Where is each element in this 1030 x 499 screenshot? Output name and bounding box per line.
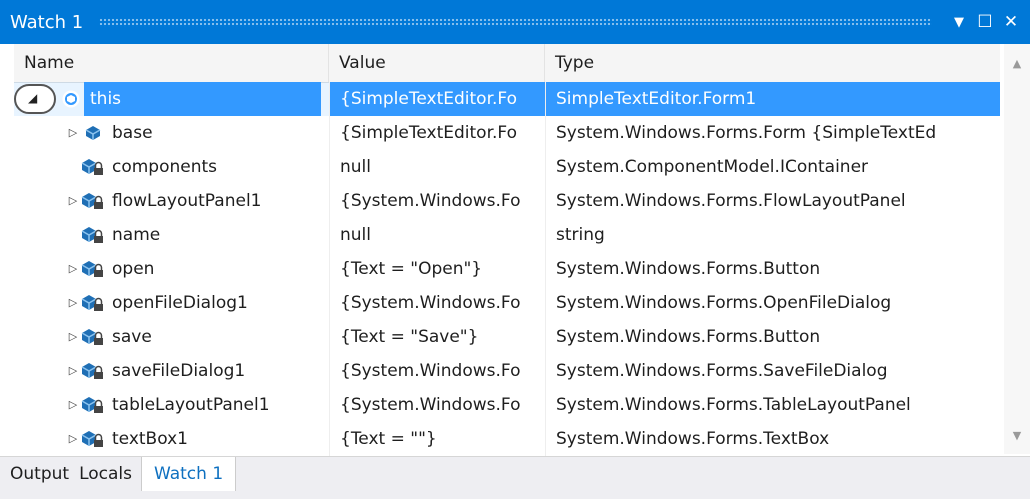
watch-row[interactable]: ▷ save {Text = "Save"} System.Windows.Forms…	[14, 320, 1000, 354]
object-icon	[58, 82, 84, 116]
variable-name: this	[84, 82, 322, 116]
variable-name: save	[112, 327, 152, 347]
type-cell: string	[545, 218, 1000, 252]
variable-name: openFileDialog1	[112, 293, 248, 313]
name-cell[interactable]: ▷ flowLayoutPanel1	[14, 184, 329, 218]
name-cell[interactable]: ◢ this	[14, 82, 329, 116]
close-icon[interactable]: ✕	[998, 0, 1024, 44]
expand-arrow-icon[interactable]: ▷	[66, 422, 80, 456]
window-title: Watch 1	[10, 11, 84, 33]
tab-output[interactable]: Output	[0, 457, 74, 491]
title-buttons: ▼ ☐ ✕	[946, 0, 1024, 44]
watch-row[interactable]: ▷ saveFileDialog1 {System.Windows.Fo System…	[14, 354, 1000, 388]
watch-row[interactable]: ◢ this{SimpleTextEditor.FoSimpleTextEdito…	[14, 82, 1000, 116]
value-cell[interactable]: {System.Windows.Fo	[329, 286, 545, 320]
title-bar[interactable]: Watch 1 ▼ ☐ ✕	[0, 0, 1030, 44]
value-cell[interactable]: null	[329, 218, 545, 252]
type-cell: System.Windows.Forms.Button	[545, 320, 1000, 354]
value-cell[interactable]: {SimpleTextEditor.Fo	[329, 82, 545, 116]
value-cell[interactable]: {System.Windows.Fo	[329, 184, 545, 218]
scroll-down-icon[interactable]: ▼	[1004, 424, 1030, 446]
type-cell: System.Windows.Forms.TableLayoutPanel	[545, 388, 1000, 422]
variable-name: tableLayoutPanel1	[112, 395, 270, 415]
scroll-up-icon[interactable]: ▲	[1004, 52, 1030, 74]
variable-name: name	[112, 225, 161, 245]
watch-row[interactable]: ▷ flowLayoutPanel1 {System.Windows.Fo Syste…	[14, 184, 1000, 218]
bottom-tab-strip: Output Locals Watch 1	[0, 456, 1030, 499]
type-cell: System.Windows.Forms.TextBox	[545, 422, 1000, 456]
column-header-type[interactable]: Type	[545, 44, 1000, 82]
name-cell[interactable]: components	[14, 150, 329, 184]
value-cell[interactable]: null	[329, 150, 545, 184]
value-cell[interactable]: {System.Windows.Fo	[329, 354, 545, 388]
type-cell: System.Windows.Forms.Form {SimpleTextEd	[545, 116, 1000, 150]
tab-watch-1[interactable]: Watch 1	[140, 457, 237, 491]
type-cell: System.Windows.Forms.SaveFileDialog	[545, 354, 1000, 388]
name-cell[interactable]: ▷ textBox1	[14, 422, 329, 456]
no-expander	[66, 218, 80, 252]
private-field-icon	[80, 320, 106, 354]
column-header-value[interactable]: Value	[329, 44, 545, 82]
variable-name: textBox1	[112, 429, 188, 449]
expand-arrow-icon[interactable]: ▷	[66, 252, 80, 286]
expand-arrow-icon[interactable]: ▷	[66, 184, 80, 218]
class-icon	[80, 116, 106, 150]
dropdown-icon[interactable]: ▼	[946, 0, 972, 44]
private-field-icon	[80, 422, 106, 456]
expand-arrow-icon[interactable]: ▷	[66, 320, 80, 354]
private-field-icon	[80, 150, 106, 184]
watch-row[interactable]: ▷ openFileDialog1 {System.Windows.Fo System…	[14, 286, 1000, 320]
watch-rows: ◢ this{SimpleTextEditor.FoSimpleTextEdito…	[14, 82, 1000, 456]
watch-row[interactable]: ▷ textBox1 {Text = ""} System.Windows.Forms…	[14, 422, 1000, 456]
private-field-icon	[80, 252, 106, 286]
name-cell[interactable]: name	[14, 218, 329, 252]
variable-name: base	[112, 123, 153, 143]
maximize-icon[interactable]: ☐	[972, 0, 998, 44]
type-cell: System.Windows.Forms.FlowLayoutPanel	[545, 184, 1000, 218]
watch-row[interactable]: name null string	[14, 218, 1000, 252]
variable-name: saveFileDialog1	[112, 361, 246, 381]
value-cell[interactable]: {Text = "Save"}	[329, 320, 545, 354]
private-field-icon	[80, 388, 106, 422]
expand-arrow-icon[interactable]: ▷	[66, 388, 80, 422]
variable-name: open	[112, 259, 155, 279]
private-field-icon	[80, 354, 106, 388]
watch-row[interactable]: ▷ tableLayoutPanel1 {System.Windows.Fo Syst…	[14, 388, 1000, 422]
variable-name: flowLayoutPanel1	[112, 191, 262, 211]
watch-row[interactable]: ▷ base {SimpleTextEditor.Fo System.Windows.…	[14, 116, 1000, 150]
tab-locals[interactable]: Locals	[74, 457, 137, 491]
collapse-arrow-icon[interactable]: ◢	[28, 91, 37, 105]
title-grip[interactable]	[99, 17, 932, 27]
watch-row[interactable]: components null System.ComponentModel.ICon…	[14, 150, 1000, 184]
type-cell: System.Windows.Forms.OpenFileDialog	[545, 286, 1000, 320]
expand-arrow-icon[interactable]: ▷	[66, 286, 80, 320]
column-header-name[interactable]: Name	[14, 44, 329, 82]
expander-callout: ◢	[14, 84, 56, 114]
name-cell[interactable]: ▷ saveFileDialog1	[14, 354, 329, 388]
value-cell[interactable]: {SimpleTextEditor.Fo	[329, 116, 545, 150]
name-cell[interactable]: ▷ tableLayoutPanel1	[14, 388, 329, 422]
name-cell[interactable]: ▷ save	[14, 320, 329, 354]
no-expander	[66, 150, 80, 184]
variable-name: components	[112, 157, 218, 177]
name-cell[interactable]: ▷ base	[14, 116, 329, 150]
private-field-icon	[80, 286, 106, 320]
private-field-icon	[80, 218, 106, 252]
type-cell: SimpleTextEditor.Form1	[545, 82, 1000, 116]
name-cell[interactable]: ▷ open	[14, 252, 329, 286]
type-cell: System.ComponentModel.IContainer	[545, 150, 1000, 184]
value-cell[interactable]: {Text = ""}	[329, 422, 545, 456]
type-cell: System.Windows.Forms.Button	[545, 252, 1000, 286]
name-cell[interactable]: ▷ openFileDialog1	[14, 286, 329, 320]
private-field-icon	[80, 184, 106, 218]
watch-row[interactable]: ▷ open {Text = "Open"} System.Windows.Forms…	[14, 252, 1000, 286]
expand-arrow-icon[interactable]: ▷	[66, 354, 80, 388]
vertical-scrollbar[interactable]: ▲ ▼	[1004, 44, 1030, 454]
column-header: Name Value Type	[14, 44, 1000, 83]
expand-arrow-icon[interactable]: ▷	[66, 116, 80, 150]
value-cell[interactable]: {System.Windows.Fo	[329, 388, 545, 422]
value-cell[interactable]: {Text = "Open"}	[329, 252, 545, 286]
watch-window: Watch 1 ▼ ☐ ✕ Name Value Type ◢ this{Simp…	[0, 0, 1030, 499]
